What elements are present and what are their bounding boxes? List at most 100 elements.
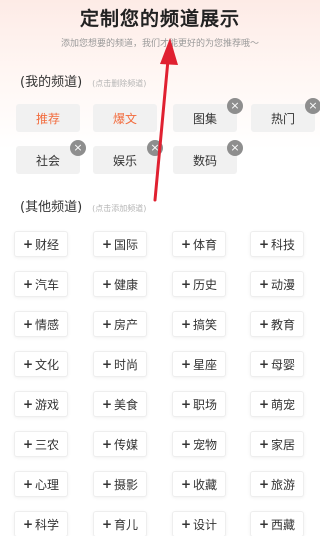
plus-icon: + [180,317,192,331]
add-channel-label: 收藏 [193,477,218,492]
add-channel-label: 历史 [193,277,218,292]
add-channel-button[interactable]: + 育儿 [93,511,147,536]
my-channel-chip[interactable]: 热门 × [251,98,320,132]
add-channel-label: 设计 [193,517,218,532]
add-channel-label: 国际 [114,237,139,252]
my-channel-chip[interactable]: 社会 × [16,140,86,174]
add-channel-label: 传媒 [114,437,139,452]
plus-icon: + [180,237,192,251]
add-channel-button[interactable]: + 科学 [14,511,68,536]
add-channel-button[interactable]: + 宠物 [172,431,226,457]
add-channel-label: 体育 [193,237,218,252]
my-channel-chip[interactable]: 娱乐 × [93,140,163,174]
plus-icon: + [22,477,34,491]
add-channel-button[interactable]: + 游戏 [14,391,68,417]
add-channel-button[interactable]: + 动漫 [250,271,304,297]
plus-icon: + [101,357,113,371]
plus-icon: + [22,517,34,531]
add-channel-button[interactable]: + 职场 [172,391,226,417]
add-channel-label: 健康 [114,277,139,292]
page-subtitle: 添加您想要的频道，我们才能更好的为您推荐哦～ [60,39,259,49]
my-channel-label: 图集 [192,111,217,126]
plus-icon: + [22,277,34,291]
add-channel-label: 摄影 [114,477,139,492]
add-channel-button[interactable]: + 星座 [172,351,226,377]
plus-icon: + [258,237,270,251]
add-channel-button[interactable]: + 萌宠 [250,391,304,417]
add-channel-button[interactable]: + 搞笑 [172,311,226,337]
plus-icon: + [180,437,192,451]
plus-icon: + [258,317,270,331]
add-channel-label: 职场 [193,397,218,412]
my-channel-label: 数码 [192,153,217,168]
close-circle-icon[interactable]: × [70,140,86,156]
add-channel-label: 育儿 [114,517,139,532]
add-channel-button[interactable]: + 汽车 [14,271,68,297]
add-channel-button[interactable]: + 家居 [250,431,304,457]
my-channel-label: 社会 [35,153,60,168]
add-channel-label: 萌宠 [271,397,296,412]
add-channel-button[interactable]: + 历史 [172,271,226,297]
close-circle-icon[interactable]: × [305,98,320,114]
my-channel-chip[interactable]: 推荐 [16,104,80,132]
add-channel-button[interactable]: + 情感 [14,311,68,337]
plus-icon: + [180,477,192,491]
my-channel-chip[interactable]: 数码 × [173,140,243,174]
add-channel-button[interactable]: + 三农 [14,431,68,457]
plus-icon: + [180,277,192,291]
add-channel-label: 科技 [271,237,296,252]
close-circle-icon[interactable]: × [227,140,243,156]
add-channel-label: 汽车 [35,277,60,292]
my-channel-chip[interactable]: 图集 × [173,98,243,132]
add-channel-label: 财经 [35,237,60,252]
my-channels-hint: (点击删除频道) [92,79,147,88]
plus-icon: + [22,437,34,451]
my-channel-label: 热门 [270,111,295,126]
plus-icon: + [258,277,270,291]
add-channel-label: 游戏 [35,397,60,412]
plus-icon: + [22,357,34,371]
add-channel-button[interactable]: + 收藏 [172,471,226,497]
add-channel-button[interactable]: + 科技 [250,231,304,257]
add-channel-label: 时尚 [114,357,139,372]
page-title: 定制您的频道展示 [79,8,240,30]
add-channel-button[interactable]: + 传媒 [93,431,147,457]
add-channel-button[interactable]: + 母婴 [250,351,304,377]
add-channel-label: 情感 [35,317,60,332]
plus-icon: + [22,397,34,411]
plus-icon: + [258,437,270,451]
add-channel-label: 旅游 [271,477,296,492]
other-channels-title: (其他频道) [20,200,83,215]
my-channel-chip[interactable]: 爆文 [93,104,157,132]
add-channel-button[interactable]: + 国际 [93,231,147,257]
add-channel-button[interactable]: + 旅游 [250,471,304,497]
add-channel-label: 西藏 [271,517,296,532]
add-channel-button[interactable]: + 教育 [250,311,304,337]
add-channel-button[interactable]: + 体育 [172,231,226,257]
add-channel-button[interactable]: + 健康 [93,271,147,297]
my-channels-title: (我的频道) [20,75,83,90]
add-channel-label: 家居 [271,437,296,452]
add-channel-button[interactable]: + 财经 [14,231,68,257]
add-channel-label: 科学 [35,517,60,532]
add-channel-label: 文化 [35,357,60,372]
add-channel-button[interactable]: + 心理 [14,471,68,497]
my-channel-label: 娱乐 [112,153,137,168]
add-channel-button[interactable]: + 时尚 [93,351,147,377]
add-channel-button[interactable]: + 房产 [93,311,147,337]
add-channel-button[interactable]: + 西藏 [250,511,304,536]
plus-icon: + [258,357,270,371]
my-channel-label: 推荐 [35,111,60,126]
add-channel-button[interactable]: + 文化 [14,351,68,377]
add-channel-label: 房产 [114,317,139,332]
plus-icon: + [101,477,113,491]
plus-icon: + [101,237,113,251]
add-channel-button[interactable]: + 设计 [172,511,226,536]
add-channel-button[interactable]: + 摄影 [93,471,147,497]
close-circle-icon[interactable]: × [147,140,163,156]
my-channels-header: (我的频道) (点击删除频道) [20,71,146,90]
add-channel-button[interactable]: + 美食 [93,391,147,417]
annotation-arrow-shaft [153,58,170,202]
plus-icon: + [101,277,113,291]
close-circle-icon[interactable]: × [227,98,243,114]
